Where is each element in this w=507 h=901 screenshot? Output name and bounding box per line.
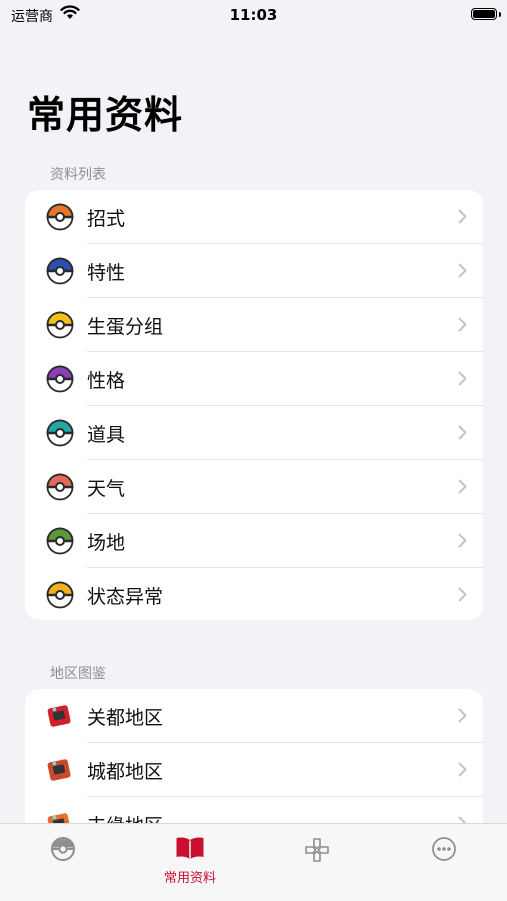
tab-more[interactable] bbox=[381, 824, 507, 901]
tab-bar: 常用资料 bbox=[0, 823, 507, 901]
tab-games[interactable] bbox=[254, 824, 380, 901]
section-header-regions: 地区图鉴 bbox=[50, 666, 106, 682]
list-item-label: 关都地区 bbox=[87, 706, 164, 729]
list-item[interactable]: 场地 bbox=[25, 514, 483, 568]
list-item[interactable]: 状态异常 bbox=[25, 568, 483, 620]
quick-ball-icon bbox=[46, 581, 74, 609]
list-item-label: 招式 bbox=[87, 207, 126, 230]
status-bar: 运营商 11:03 bbox=[0, 0, 507, 30]
chevron-right-icon bbox=[458, 587, 467, 602]
list-item-label: 特性 bbox=[87, 261, 126, 284]
chevron-right-icon bbox=[458, 371, 467, 386]
page-title: 常用资料 bbox=[27, 93, 184, 137]
list-item-label: 天气 bbox=[87, 477, 126, 500]
list-item-label: 状态异常 bbox=[87, 585, 164, 608]
data-list-group: 招式特性生蛋分组性格道具天气场地状态异常 bbox=[25, 190, 483, 620]
pokedex-red-icon bbox=[47, 705, 71, 727]
chevron-right-icon bbox=[458, 533, 467, 548]
list-item[interactable]: 特性 bbox=[25, 244, 483, 298]
tab-pokedex[interactable] bbox=[0, 824, 126, 901]
list-item[interactable]: 天气 bbox=[25, 460, 483, 514]
list-item[interactable]: 生蛋分组 bbox=[25, 298, 483, 352]
chevron-right-icon bbox=[458, 317, 467, 332]
list-item[interactable]: 城都地区 bbox=[25, 743, 483, 797]
chevron-right-icon bbox=[458, 708, 467, 723]
list-item-label: 生蛋分组 bbox=[87, 315, 164, 338]
book-icon bbox=[176, 837, 204, 859]
section-header-data-list: 资料列表 bbox=[50, 167, 106, 183]
ultra-ball-icon bbox=[46, 311, 74, 339]
chevron-right-icon bbox=[458, 263, 467, 278]
chevron-right-icon bbox=[458, 762, 467, 777]
great-ball-icon bbox=[46, 257, 74, 285]
master-ball-icon bbox=[46, 365, 74, 393]
list-item-label: 性格 bbox=[87, 369, 126, 392]
list-item[interactable]: 道具 bbox=[25, 406, 483, 460]
list-item[interactable]: 性格 bbox=[25, 352, 483, 406]
chevron-right-icon bbox=[458, 425, 467, 440]
battery-icon bbox=[471, 8, 497, 20]
list-item[interactable]: 关都地区 bbox=[25, 689, 483, 743]
list-item[interactable]: 招式 bbox=[25, 190, 483, 244]
clock: 11:03 bbox=[229, 6, 278, 24]
chevron-right-icon bbox=[458, 479, 467, 494]
pokeball-orange-icon bbox=[46, 203, 74, 231]
ellipsis-circle-icon bbox=[432, 837, 456, 861]
pokegear-icon bbox=[47, 759, 71, 781]
pokeball-tab-icon bbox=[51, 837, 75, 861]
chevron-right-icon bbox=[458, 209, 467, 224]
tab-reference[interactable]: 常用资料 bbox=[127, 824, 253, 901]
gamepad-icon bbox=[305, 838, 329, 862]
list-item-label: 城都地区 bbox=[87, 760, 164, 783]
dive-ball-icon bbox=[46, 473, 74, 501]
net-ball-icon bbox=[46, 419, 74, 447]
list-item-label: 场地 bbox=[87, 531, 126, 554]
tab-reference-label: 常用资料 bbox=[163, 871, 216, 886]
list-item-label: 道具 bbox=[87, 423, 126, 446]
nest-ball-icon bbox=[46, 527, 74, 555]
